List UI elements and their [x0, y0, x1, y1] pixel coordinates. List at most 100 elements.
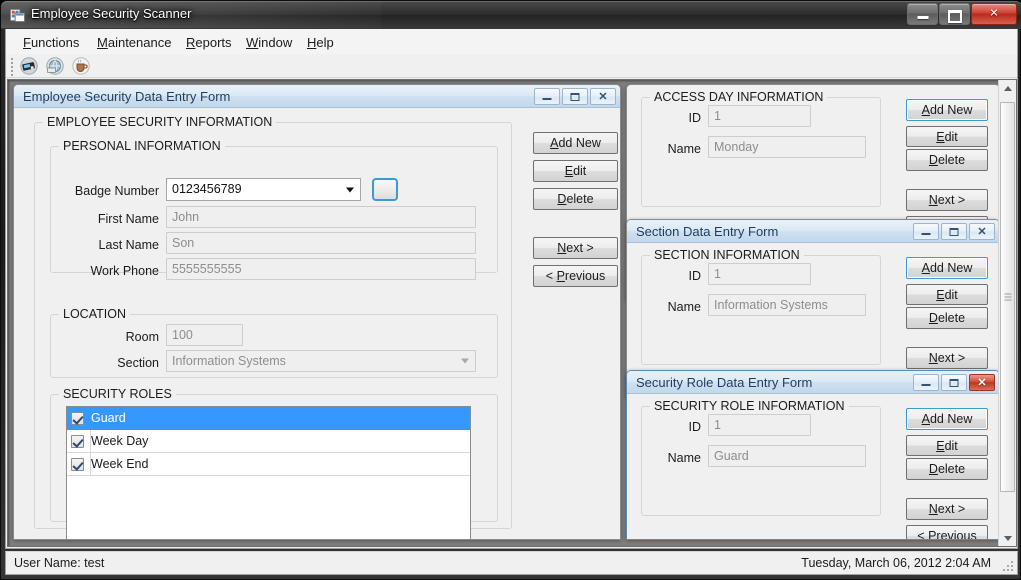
scrollbar-thumb[interactable] — [1000, 102, 1015, 492]
security-role-next-button[interactable]: Next > — [906, 498, 988, 520]
access-day-next-button[interactable]: Next > — [906, 189, 988, 211]
window-caption-buttons: ✕ — [906, 3, 1017, 25]
security-role-form-body: SECURITY ROLE INFORMATION ID 1 Name Guar… — [627, 394, 999, 539]
badge-number-combo[interactable]: 0123456789 — [166, 178, 361, 201]
scroll-up-button[interactable] — [999, 80, 1016, 97]
badge-number-value: 0123456789 — [172, 182, 242, 196]
security-role-data-entry-form[interactable]: Security Role Data Entry Form ✕ SECURITY… — [626, 370, 1000, 540]
employee-security-data-entry-form[interactable]: Employee Security Data Entry Form ✕ EMPL… — [13, 84, 621, 540]
section-label: Section — [117, 356, 159, 370]
security-role-form-maximize-button[interactable] — [941, 374, 967, 391]
globe-icon[interactable] — [46, 57, 64, 75]
badge-number-label: Badge Number — [74, 184, 159, 198]
menu-item-maintenance[interactable]: Maintenance — [94, 34, 174, 51]
checkbox-checked-icon[interactable] — [71, 434, 84, 448]
employee-add-new-button[interactable]: Add New — [533, 132, 618, 154]
application-icon — [10, 8, 25, 23]
minimize-button[interactable] — [907, 3, 938, 25]
section-name-field[interactable]: Information Systems — [708, 294, 866, 316]
security-role-id-field[interactable]: 1 — [708, 414, 811, 436]
menu-item-functions[interactable]: Functions — [20, 34, 82, 51]
security-role-add-new-button[interactable]: Add New — [906, 408, 988, 430]
window-titlebar[interactable]: Employee Security Scanner ✕ — [1, 1, 1021, 29]
minimize-icon — [917, 16, 928, 19]
window-title: Employee Security Scanner — [31, 6, 192, 21]
maximize-icon — [947, 10, 962, 23]
toolbar — [6, 54, 1017, 78]
security-role-form-minimize-button[interactable] — [913, 374, 939, 391]
section-form-titlebar[interactable]: Section Data Entry Form ✕ — [627, 220, 999, 243]
divider — [90, 453, 91, 475]
badge-scanner-icon[interactable] — [20, 57, 38, 75]
status-datetime: Tuesday, March 06, 2012 2:04 AM — [801, 556, 991, 570]
access-day-add-new-button[interactable]: Add New — [906, 99, 988, 121]
security-role-form-title: Security Role Data Entry Form — [636, 375, 813, 390]
list-item[interactable]: Week End — [67, 453, 470, 476]
access-day-delete-button[interactable]: Delete — [906, 149, 988, 171]
access-day-name-field[interactable]: Monday — [708, 136, 866, 158]
location-label: LOCATION — [59, 307, 130, 321]
chevron-down-icon — [346, 187, 354, 192]
security-roles-list[interactable]: Guard Week Day Week End — [66, 406, 471, 539]
security-role-form-titlebar[interactable]: Security Role Data Entry Form ✕ — [627, 371, 999, 394]
security-role-previous-button[interactable]: < Previous — [906, 525, 988, 539]
coffee-icon[interactable] — [72, 57, 90, 75]
menu-item-window[interactable]: Window — [243, 34, 295, 51]
section-name-label: Name — [667, 300, 701, 314]
employee-edit-button[interactable]: Edit — [533, 160, 618, 182]
scroll-down-button[interactable] — [999, 529, 1016, 546]
section-edit-button[interactable]: Edit — [906, 284, 988, 305]
employee-form-titlebar[interactable]: Employee Security Data Entry Form ✕ — [14, 85, 620, 108]
menu-item-reports[interactable]: Reports — [183, 34, 235, 51]
access-day-information-label: ACCESS DAY INFORMATION — [650, 90, 828, 104]
section-form-close-button[interactable]: ✕ — [969, 223, 995, 240]
badge-lookup-button[interactable] — [372, 178, 398, 201]
employee-delete-button[interactable]: Delete — [533, 188, 618, 210]
security-role-delete-button[interactable]: Delete — [906, 458, 988, 480]
list-item-label: Week End — [91, 457, 149, 471]
checkbox-checked-icon[interactable] — [71, 457, 84, 471]
section-next-button[interactable]: Next > — [906, 347, 988, 369]
access-day-id-field[interactable]: 1 — [708, 105, 811, 127]
mdi-vertical-scrollbar[interactable] — [998, 80, 1016, 546]
close-icon: ✕ — [977, 377, 987, 389]
toolbar-grip[interactable] — [11, 58, 14, 76]
size-grip[interactable] — [1001, 559, 1013, 571]
room-field[interactable]: 100 — [166, 324, 243, 346]
access-day-edit-button[interactable]: Edit — [906, 126, 988, 147]
maximize-icon — [949, 228, 959, 236]
security-roles-label: SECURITY ROLES — [59, 387, 176, 401]
minimize-icon — [921, 384, 931, 386]
last-name-field[interactable]: Son — [166, 232, 476, 254]
checkbox-checked-icon[interactable] — [71, 411, 84, 425]
employee-next-button[interactable]: Next > — [533, 237, 618, 259]
security-role-name-field[interactable]: Guard — [708, 445, 866, 467]
section-form-maximize-button[interactable] — [941, 223, 967, 240]
maximize-button[interactable] — [939, 3, 970, 25]
section-delete-button[interactable]: Delete — [906, 307, 988, 329]
list-item[interactable]: Guard — [67, 407, 470, 430]
security-role-form-close-button[interactable]: ✕ — [969, 374, 995, 391]
employee-form-minimize-button[interactable] — [534, 88, 560, 105]
section-add-new-button[interactable]: Add New — [906, 257, 988, 279]
section-id-field[interactable]: 1 — [708, 263, 811, 285]
first-name-field[interactable]: John — [166, 206, 476, 228]
security-role-edit-button[interactable]: Edit — [906, 435, 988, 456]
section-combo[interactable]: Information Systems — [166, 350, 476, 372]
close-icon: ✕ — [989, 7, 999, 20]
close-icon: ✕ — [598, 91, 608, 103]
close-button[interactable]: ✕ — [971, 3, 1017, 25]
employee-form-close-button[interactable]: ✕ — [590, 88, 616, 105]
menu-bar: Functions Maintenance Reports Window Hel… — [6, 29, 1017, 54]
menu-item-help[interactable]: Help — [304, 34, 337, 51]
client-area: Functions Maintenance Reports Window Hel… — [5, 29, 1018, 549]
employee-form-maximize-button[interactable] — [562, 88, 588, 105]
section-form-minimize-button[interactable] — [913, 223, 939, 240]
list-item[interactable]: Week Day — [67, 430, 470, 453]
work-phone-field[interactable]: 5555555555 — [166, 258, 476, 280]
divider — [90, 430, 91, 452]
security-role-information-label: SECURITY ROLE INFORMATION — [650, 399, 849, 413]
personal-information-label: PERSONAL INFORMATION — [59, 139, 225, 153]
employee-previous-button[interactable]: < Previous — [533, 265, 618, 287]
maximize-icon — [949, 379, 959, 387]
